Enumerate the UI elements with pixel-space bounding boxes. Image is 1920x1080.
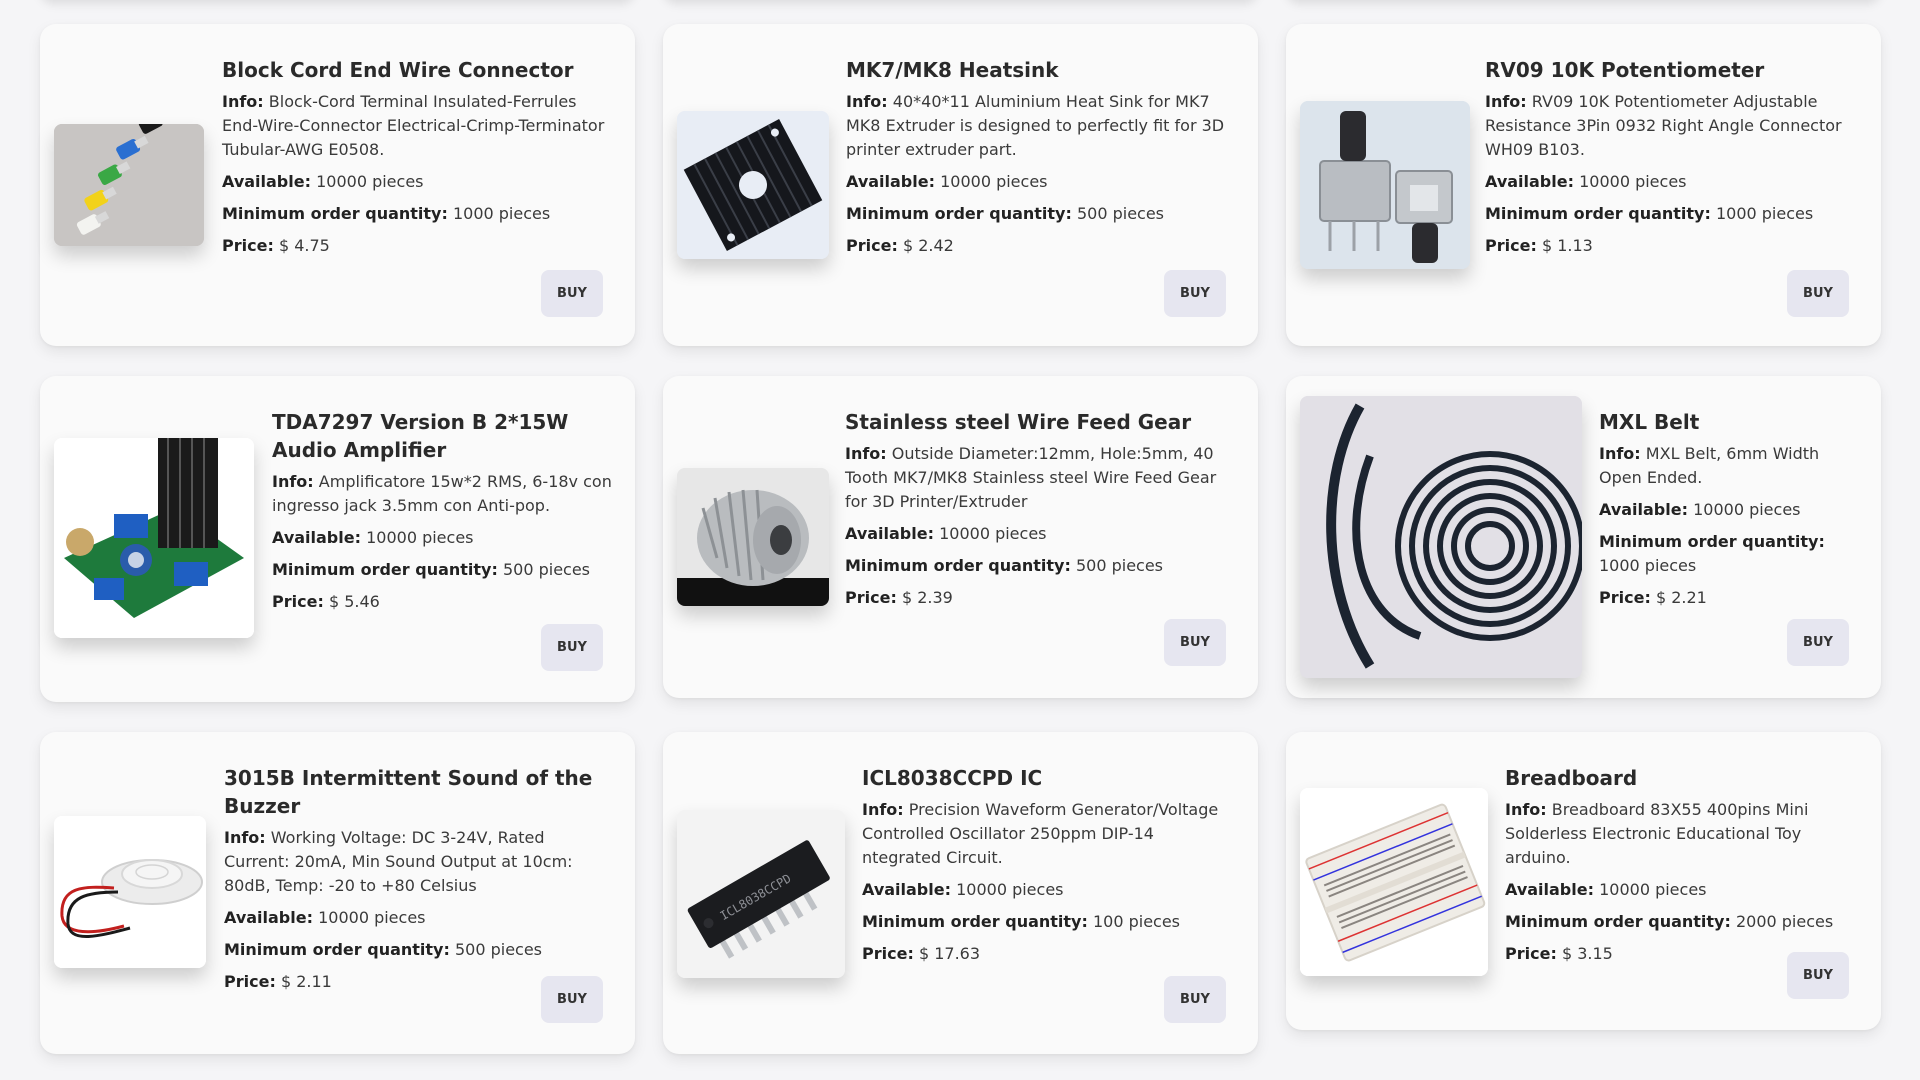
product-grid: Block Cord End Wire Connector Info: Bloc… xyxy=(0,0,1920,1080)
buy-button[interactable]: BUY xyxy=(541,270,603,317)
product-details: ICL8038CCPD IC Info: Precision Waveform … xyxy=(862,764,1222,974)
product-title: Block Cord End Wire Connector xyxy=(222,58,574,82)
product-title: MK7/MK8 Heatsink xyxy=(846,58,1059,82)
product-card: TDA7297 Version B 2*15W Audio Amplifier … xyxy=(40,376,635,702)
product-available: Available: 10000 pieces xyxy=(1485,172,1687,191)
product-card: Breadboard Info: Breadboard 83X55 400pin… xyxy=(1286,732,1881,1030)
product-available: Available: 10000 pieces xyxy=(846,172,1048,191)
product-info: Info: MXL Belt, 6mm Width Open Ended. xyxy=(1599,444,1820,487)
product-min-order: Minimum order quantity: 1000 pieces xyxy=(1485,204,1814,223)
product-price: Price: $ 2.39 xyxy=(845,588,953,607)
feed-gear-image xyxy=(677,468,829,606)
buy-button[interactable]: BUY xyxy=(1787,619,1849,666)
product-min-order: Minimum order quantity: 500 pieces xyxy=(272,560,591,579)
product-card: 3015B Intermittent Sound of the Buzzer I… xyxy=(40,732,635,1054)
product-min-order: Minimum order quantity: 100 pieces xyxy=(862,912,1181,931)
product-info: Info: Block-Cord Terminal Insulated-Ferr… xyxy=(222,92,605,159)
product-price: Price: $ 4.75 xyxy=(222,236,330,255)
product-card: MK7/MK8 Heatsink Info: 40*40*11 Aluminiu… xyxy=(663,24,1258,346)
product-info: Info: RV09 10K Potentiometer Adjustable … xyxy=(1485,92,1842,159)
product-title: Stainless steel Wire Feed Gear xyxy=(845,410,1192,434)
product-title: RV09 10K Potentiometer xyxy=(1485,58,1765,82)
product-card: Block Cord End Wire Connector Info: Bloc… xyxy=(40,24,635,346)
buzzer-image xyxy=(54,816,206,968)
product-title: 3015B Intermittent Sound of the Buzzer xyxy=(224,766,593,818)
product-details: MK7/MK8 Heatsink Info: 40*40*11 Aluminiu… xyxy=(846,56,1226,266)
product-price: Price: $ 2.42 xyxy=(846,236,954,255)
product-title: Breadboard xyxy=(1505,766,1638,790)
product-card: RV09 10K Potentiometer Info: RV09 10K Po… xyxy=(1286,24,1881,346)
dip-ic-chip-image: ICL8038CCPD xyxy=(677,810,845,978)
product-min-order: Minimum order quantity: 500 pieces xyxy=(224,940,543,959)
timing-belt-image xyxy=(1300,396,1582,678)
product-min-order: Minimum order quantity: 2000 pieces xyxy=(1505,912,1834,931)
product-available: Available: 10000 pieces xyxy=(862,880,1064,899)
product-card: Stainless steel Wire Feed Gear Info: Out… xyxy=(663,376,1258,698)
buy-button[interactable]: BUY xyxy=(1787,270,1849,317)
product-price: Price: $ 17.63 xyxy=(862,944,981,963)
product-details: Breadboard Info: Breadboard 83X55 400pin… xyxy=(1505,764,1855,974)
product-price: Price: $ 2.21 xyxy=(1599,588,1707,607)
product-info: Info: Working Voltage: DC 3-24V, Rated C… xyxy=(224,828,573,895)
product-available: Available: 10000 pieces xyxy=(845,524,1047,543)
amplifier-board-image xyxy=(54,438,254,638)
product-info: Info: Amplificatore 15w*2 RMS, 6-18v con… xyxy=(272,472,612,515)
product-price: Price: $ 1.13 xyxy=(1485,236,1593,255)
product-min-order: Minimum order quantity: 1000 pieces xyxy=(222,204,551,223)
product-info: Info: Precision Waveform Generator/Volta… xyxy=(862,800,1219,867)
product-info: Info: Breadboard 83X55 400pins Mini Sold… xyxy=(1505,800,1809,867)
product-min-order: Minimum order quantity: 1000 pieces xyxy=(1599,532,1825,575)
product-card: MXL Belt Info: MXL Belt, 6mm Width Open … xyxy=(1286,376,1881,698)
product-available: Available: 10000 pieces xyxy=(272,528,474,547)
product-price: Price: $ 5.46 xyxy=(272,592,380,611)
wire-ferrules-image xyxy=(54,124,204,246)
product-details: Block Cord End Wire Connector Info: Bloc… xyxy=(222,56,612,266)
product-card: ICL8038CCPD ICL8038CCPD IC Info: Precisi… xyxy=(663,732,1258,1054)
product-info: Info: 40*40*11 Aluminium Heat Sink for M… xyxy=(846,92,1225,159)
buy-button[interactable]: BUY xyxy=(1164,976,1226,1023)
product-details: RV09 10K Potentiometer Info: RV09 10K Po… xyxy=(1485,56,1855,266)
product-info: Info: Outside Diameter:12mm, Hole:5mm, 4… xyxy=(845,444,1217,511)
product-available: Available: 10000 pieces xyxy=(1599,500,1801,519)
product-title: TDA7297 Version B 2*15W Audio Amplifier xyxy=(272,410,569,462)
product-min-order: Minimum order quantity: 500 pieces xyxy=(845,556,1164,575)
product-details: MXL Belt Info: MXL Belt, 6mm Width Open … xyxy=(1599,408,1859,618)
buy-button[interactable]: BUY xyxy=(1164,619,1226,666)
buy-button[interactable]: BUY xyxy=(541,976,603,1023)
buy-button[interactable]: BUY xyxy=(1164,270,1226,317)
product-available: Available: 10000 pieces xyxy=(224,908,426,927)
product-min-order: Minimum order quantity: 500 pieces xyxy=(846,204,1165,223)
buy-button[interactable]: BUY xyxy=(1787,952,1849,999)
product-details: TDA7297 Version B 2*15W Audio Amplifier … xyxy=(272,408,612,622)
product-title: MXL Belt xyxy=(1599,410,1700,434)
product-available: Available: 10000 pieces xyxy=(1505,880,1707,899)
product-available: Available: 10000 pieces xyxy=(222,172,424,191)
heatsink-image xyxy=(677,111,829,259)
buy-button[interactable]: BUY xyxy=(541,624,603,671)
product-details: Stainless steel Wire Feed Gear Info: Out… xyxy=(845,408,1225,618)
breadboard-image xyxy=(1300,788,1488,976)
product-title: ICL8038CCPD IC xyxy=(862,766,1043,790)
product-details: 3015B Intermittent Sound of the Buzzer I… xyxy=(224,764,604,1002)
potentiometer-image xyxy=(1300,101,1470,269)
